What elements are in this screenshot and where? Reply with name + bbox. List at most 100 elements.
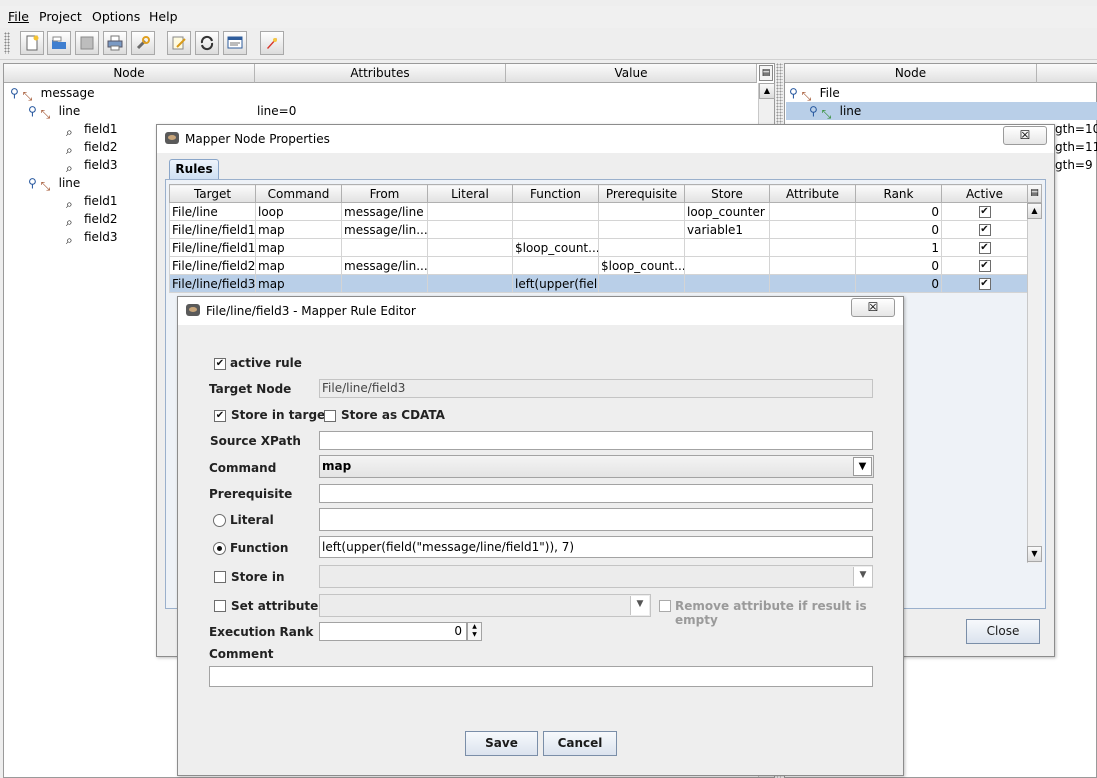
cell-target[interactable]: File/line/field3 (169, 274, 256, 293)
run-button[interactable] (260, 31, 284, 55)
menu-project[interactable]: Project (39, 9, 82, 24)
cell-literal[interactable] (427, 220, 513, 239)
cell-attribute[interactable] (769, 238, 856, 257)
cell-prerequisite[interactable] (598, 220, 685, 239)
execution-rank-spinner[interactable]: 0 (319, 622, 467, 641)
cell-attribute[interactable] (769, 256, 856, 275)
cell-active[interactable]: ✔ (941, 238, 1028, 257)
expand-key-icon[interactable]: ⚲ (28, 176, 37, 190)
column-header-rank[interactable]: Rank (855, 184, 942, 203)
column-header-attributes[interactable]: Attributes (255, 64, 506, 83)
column-header-attribute[interactable]: Attribute (769, 184, 856, 203)
menu-file[interactable]: File (8, 9, 29, 24)
cell-from[interactable]: message/lin... (341, 256, 428, 275)
cell-active[interactable]: ✔ (941, 274, 1028, 293)
scroll-down-icon[interactable]: ▼ (1027, 546, 1042, 562)
cell-attribute[interactable] (769, 202, 856, 221)
tree-node-file[interactable]: ⚲ ⤡ File (789, 84, 840, 103)
cell-from[interactable]: message/line (341, 202, 428, 221)
column-header-command[interactable]: Command (255, 184, 342, 203)
cell-command[interactable]: map (255, 238, 342, 257)
store-as-cdata-checkbox[interactable] (324, 410, 336, 422)
active-checkbox[interactable]: ✔ (978, 242, 991, 254)
tree-node-field1[interactable]: ⌕ field1 (66, 192, 118, 211)
cell-function[interactable] (512, 220, 599, 239)
column-header-function[interactable]: Function (512, 184, 599, 203)
cell-prerequisite[interactable] (598, 238, 685, 257)
cell-target[interactable]: File/line/field1 (169, 220, 256, 239)
cell-command[interactable]: map (255, 256, 342, 275)
cancel-button[interactable]: Cancel (543, 731, 617, 756)
store-in-select[interactable] (319, 565, 873, 588)
tree-node-line[interactable]: ⚲ ⤡ line (28, 174, 80, 193)
prerequisite-input[interactable] (319, 484, 873, 503)
cell-literal[interactable] (427, 238, 513, 257)
active-checkbox[interactable]: ✔ (978, 260, 991, 272)
chevron-down-icon[interactable]: ▼ (630, 596, 649, 615)
cell-store[interactable] (684, 256, 770, 275)
column-header-node[interactable]: Node (4, 64, 255, 83)
toolbar-grip[interactable] (4, 32, 10, 54)
new-file-button[interactable] (20, 31, 44, 55)
cell-rank[interactable]: 0 (855, 274, 942, 293)
chevron-down-icon[interactable]: ▼ (853, 457, 872, 476)
menu-options[interactable]: Options (92, 9, 140, 24)
scroll-up-icon[interactable]: ▲ (1027, 203, 1042, 219)
cell-attribute[interactable] (769, 274, 856, 293)
dialog-title-bar[interactable]: File/line/field3 - Mapper Rule Editor (178, 297, 903, 325)
tree-node-field1[interactable]: ⌕ field1 (66, 120, 118, 139)
column-header-attributes[interactable] (1037, 64, 1097, 83)
edit-button[interactable] (167, 31, 191, 55)
store-in-checkbox[interactable] (214, 571, 226, 583)
active-checkbox[interactable]: ✔ (978, 206, 991, 218)
literal-radio[interactable] (213, 514, 226, 527)
cell-function[interactable]: left(upper(fiel... (512, 274, 599, 293)
table-row[interactable]: File/line/field2 map message/lin... $loo… (169, 256, 1028, 275)
remove-attribute-checkbox[interactable] (659, 600, 671, 612)
table-row[interactable]: File/line loop message/line loop_counter… (169, 202, 1028, 221)
view-button[interactable] (223, 31, 247, 55)
set-attribute-checkbox[interactable] (214, 600, 226, 612)
tree-node-line[interactable]: ⚲ ⤡ line (28, 102, 80, 121)
cell-function[interactable] (512, 202, 599, 221)
comment-input[interactable] (209, 666, 873, 687)
cell-store[interactable]: variable1 (684, 220, 770, 239)
cell-literal[interactable] (427, 256, 513, 275)
cell-prerequisite[interactable]: $loop_count... (598, 256, 685, 275)
tree-node-field2[interactable]: ⌕ field2 (66, 138, 118, 157)
tab-rules[interactable]: Rules (169, 159, 219, 179)
close-window-button[interactable]: ☒ (851, 298, 895, 317)
chevron-down-icon[interactable]: ▼ (853, 567, 872, 586)
menu-help[interactable]: Help (149, 9, 178, 24)
tree-node-line[interactable]: ⚲ ⤡ line (809, 102, 861, 121)
cell-from[interactable] (341, 274, 428, 293)
cell-rank[interactable]: 0 (855, 202, 942, 221)
dialog-title-bar[interactable]: Mapper Node Properties (157, 125, 1054, 153)
command-select[interactable]: map (319, 455, 874, 478)
cell-target[interactable]: File/line/field2 (169, 256, 256, 275)
save-button[interactable]: Save (465, 731, 538, 756)
rules-scrollbar[interactable]: ▲ ▼ (1027, 203, 1042, 563)
active-checkbox[interactable]: ✔ (978, 224, 991, 236)
table-row[interactable]: File/line/field1 map $loop_count... 1 ✔ (169, 238, 1028, 257)
active-rule-checkbox[interactable]: ✔ (214, 358, 226, 370)
refresh-button[interactable] (195, 31, 219, 55)
function-radio[interactable] (213, 542, 226, 555)
expand-key-icon[interactable]: ⚲ (809, 104, 818, 118)
column-header-active[interactable]: Active (941, 184, 1028, 203)
column-header-prerequisite[interactable]: Prerequisite (598, 184, 685, 203)
close-button[interactable]: Close (966, 619, 1040, 644)
tree-node-message[interactable]: ⚲ ⤡ message (10, 84, 95, 103)
close-window-button[interactable]: ☒ (1003, 126, 1047, 145)
cell-command[interactable]: loop (255, 202, 342, 221)
cell-prerequisite[interactable] (598, 274, 685, 293)
scroll-up-icon[interactable]: ▲ (759, 83, 775, 99)
table-row[interactable]: File/line/field1 map message/lin... vari… (169, 220, 1028, 239)
save-button[interactable] (75, 31, 99, 55)
open-button[interactable] (47, 31, 71, 55)
cell-attribute[interactable] (769, 220, 856, 239)
cell-store[interactable] (684, 274, 770, 293)
column-chooser-icon[interactable]: ▤ (759, 65, 773, 81)
column-header-node[interactable]: Node (785, 64, 1037, 83)
cell-rank[interactable]: 0 (855, 220, 942, 239)
